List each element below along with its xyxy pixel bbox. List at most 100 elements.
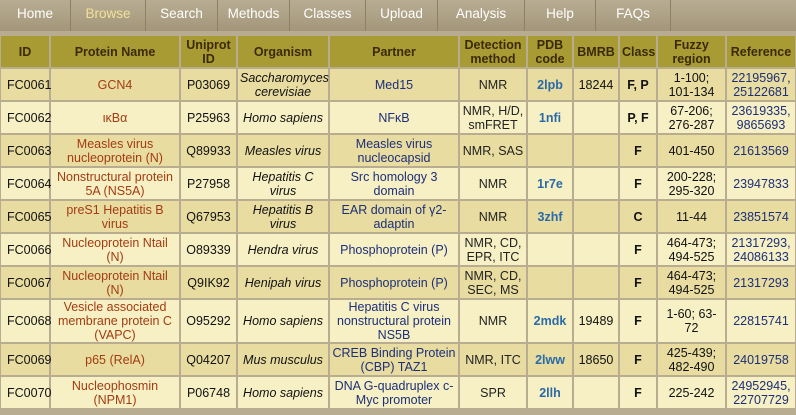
row-id[interactable]: FC0069 — [1, 344, 51, 375]
protein-name-link[interactable]: preS1 Hepatitis B virus — [51, 201, 179, 232]
uniprot-id[interactable]: Q04207 — [181, 344, 236, 375]
protein-name-link[interactable]: Nucleophosmin (NPM1) — [51, 377, 179, 408]
class-code: F — [620, 300, 656, 342]
nav-browse[interactable]: Browse — [71, 0, 146, 31]
reference-link[interactable]: 23619335, 9865693 — [727, 102, 795, 133]
row-id[interactable]: FC0063 — [1, 135, 51, 166]
fuzzy-region: 425-439; 482-490 — [658, 344, 725, 375]
col-detection-method[interactable]: Detection method — [460, 36, 526, 67]
class-code: F — [620, 168, 656, 199]
uniprot-id[interactable]: Q67953 — [181, 201, 236, 232]
class-code: F — [620, 377, 656, 408]
uniprot-id[interactable]: Q89933 — [181, 135, 236, 166]
detection-method: NMR, H/D, smFRET — [460, 102, 526, 133]
nav-home[interactable]: Home — [0, 0, 71, 31]
col-bmrb[interactable]: BMRB — [574, 36, 618, 67]
pdb-code-link[interactable]: 2lpb — [528, 69, 572, 100]
pdb-code-link[interactable] — [528, 234, 572, 265]
bmrb-id — [574, 267, 618, 298]
reference-link[interactable]: 21317293, 24086133 — [727, 234, 795, 265]
table-row: FC0067 Nucleoprotein Ntail (N) Q9IK92 Henip… — [1, 267, 795, 298]
pdb-code-link[interactable]: 3zhf — [528, 201, 572, 232]
class-code: F, P — [620, 69, 656, 100]
uniprot-id[interactable]: P27958 — [181, 168, 236, 199]
nav-help[interactable]: Help — [525, 0, 596, 31]
partner-link[interactable]: Phosphoprotein (P) — [330, 234, 458, 265]
col-organism[interactable]: Organism — [238, 36, 328, 67]
partner-link[interactable]: Med15 — [330, 69, 458, 100]
fuzzy-region: 1-60; 63-72 — [658, 300, 725, 342]
partner-link[interactable]: Src homology 3 domain — [330, 168, 458, 199]
partner-link[interactable]: Hepatitis C virus nonstructural protein … — [330, 300, 458, 342]
bmrb-id — [574, 102, 618, 133]
col-pdb-code[interactable]: PDB code — [528, 36, 572, 67]
reference-link[interactable]: 22815741 — [727, 300, 795, 342]
row-id[interactable]: FC0062 — [1, 102, 51, 133]
table-row: FC0070 Nucleophosmin (NPM1) P06748 Homo sap… — [1, 377, 795, 408]
reference-link[interactable]: 24019758 — [727, 344, 795, 375]
col-protein-name[interactable]: Protein Name — [51, 36, 179, 67]
protein-name-link[interactable]: Nonstructural protein 5A (NS5A) — [51, 168, 179, 199]
nav-classes[interactable]: Classes — [290, 0, 366, 31]
col-uniprot-id[interactable]: Uniprot ID — [181, 36, 236, 67]
partner-link[interactable]: CREB Binding Protein (CBP) TAZ1 — [330, 344, 458, 375]
partner-link[interactable]: Measles virus nucleocapsid — [330, 135, 458, 166]
bmrb-id — [574, 377, 618, 408]
row-id[interactable]: FC0066 — [1, 234, 51, 265]
pdb-code-link[interactable]: 2llh — [528, 377, 572, 408]
uniprot-id[interactable]: P25963 — [181, 102, 236, 133]
class-code: P, F — [620, 102, 656, 133]
uniprot-id[interactable]: P06748 — [181, 377, 236, 408]
protein-name-link[interactable]: Nucleoprotein Ntail (N) — [51, 267, 179, 298]
partner-link[interactable]: Phosphoprotein (P) — [330, 267, 458, 298]
nav-faqs[interactable]: FAQs — [596, 0, 671, 31]
detection-method: NMR, SAS — [460, 135, 526, 166]
organism: Homo sapiens — [238, 377, 328, 408]
reference-link[interactable]: 21613569 — [727, 135, 795, 166]
row-id[interactable]: FC0061 — [1, 69, 51, 100]
protein-name-link[interactable]: Nucleoprotein Ntail (N) — [51, 234, 179, 265]
uniprot-id[interactable]: O95292 — [181, 300, 236, 342]
reference-link[interactable]: 21317293 — [727, 267, 795, 298]
partner-link[interactable]: DNA G-quadruplex c-Myc promoter — [330, 377, 458, 408]
table-header-row: ID Protein Name Uniprot ID Organism Part… — [1, 36, 795, 67]
organism: Hepatitis C virus — [238, 168, 328, 199]
row-id[interactable]: FC0065 — [1, 201, 51, 232]
bmrb-id: 19489 — [574, 300, 618, 342]
pdb-code-link[interactable]: 1r7e — [528, 168, 572, 199]
pdb-code-link[interactable] — [528, 135, 572, 166]
pdb-code-link[interactable]: 1nfi — [528, 102, 572, 133]
protein-name-link[interactable]: Measles virus nucleoprotein (N) — [51, 135, 179, 166]
nav-search[interactable]: Search — [146, 0, 218, 31]
col-reference[interactable]: Reference — [727, 36, 795, 67]
reference-link[interactable]: 23851574 — [727, 201, 795, 232]
protein-name-link[interactable]: p65 (RelA) — [51, 344, 179, 375]
row-id[interactable]: FC0067 — [1, 267, 51, 298]
partner-link[interactable]: EAR domain of γ2-adaptin — [330, 201, 458, 232]
protein-name-link[interactable]: ικΒα — [51, 102, 179, 133]
uniprot-id[interactable]: Q9IK92 — [181, 267, 236, 298]
reference-link[interactable]: 22195967, 25122681 — [727, 69, 795, 100]
col-partner[interactable]: Partner — [330, 36, 458, 67]
uniprot-id[interactable]: P03069 — [181, 69, 236, 100]
row-id[interactable]: FC0064 — [1, 168, 51, 199]
col-id[interactable]: ID — [1, 36, 49, 67]
protein-name-link[interactable]: GCN4 — [51, 69, 179, 100]
nav-methods[interactable]: Methods — [218, 0, 290, 31]
organism: Homo sapiens — [238, 300, 328, 342]
col-fuzzy-region[interactable]: Fuzzy region — [658, 36, 725, 67]
pdb-code-link[interactable] — [528, 267, 572, 298]
pdb-code-link[interactable]: 2mdk — [528, 300, 572, 342]
partner-link[interactable]: NFκB — [330, 102, 458, 133]
nav-upload[interactable]: Upload — [366, 0, 438, 31]
protein-name-link[interactable]: Vesicle associated membrane protein C (V… — [51, 300, 179, 342]
row-id[interactable]: FC0070 — [1, 377, 51, 408]
pdb-code-link[interactable]: 2lww — [528, 344, 572, 375]
nav-analysis[interactable]: Analysis — [438, 0, 525, 31]
col-class[interactable]: Class — [620, 36, 656, 67]
uniprot-id[interactable]: O89339 — [181, 234, 236, 265]
row-id[interactable]: FC0068 — [1, 300, 51, 342]
reference-link[interactable]: 24952945, 22707729 — [727, 377, 795, 408]
reference-link[interactable]: 23947833 — [727, 168, 795, 199]
